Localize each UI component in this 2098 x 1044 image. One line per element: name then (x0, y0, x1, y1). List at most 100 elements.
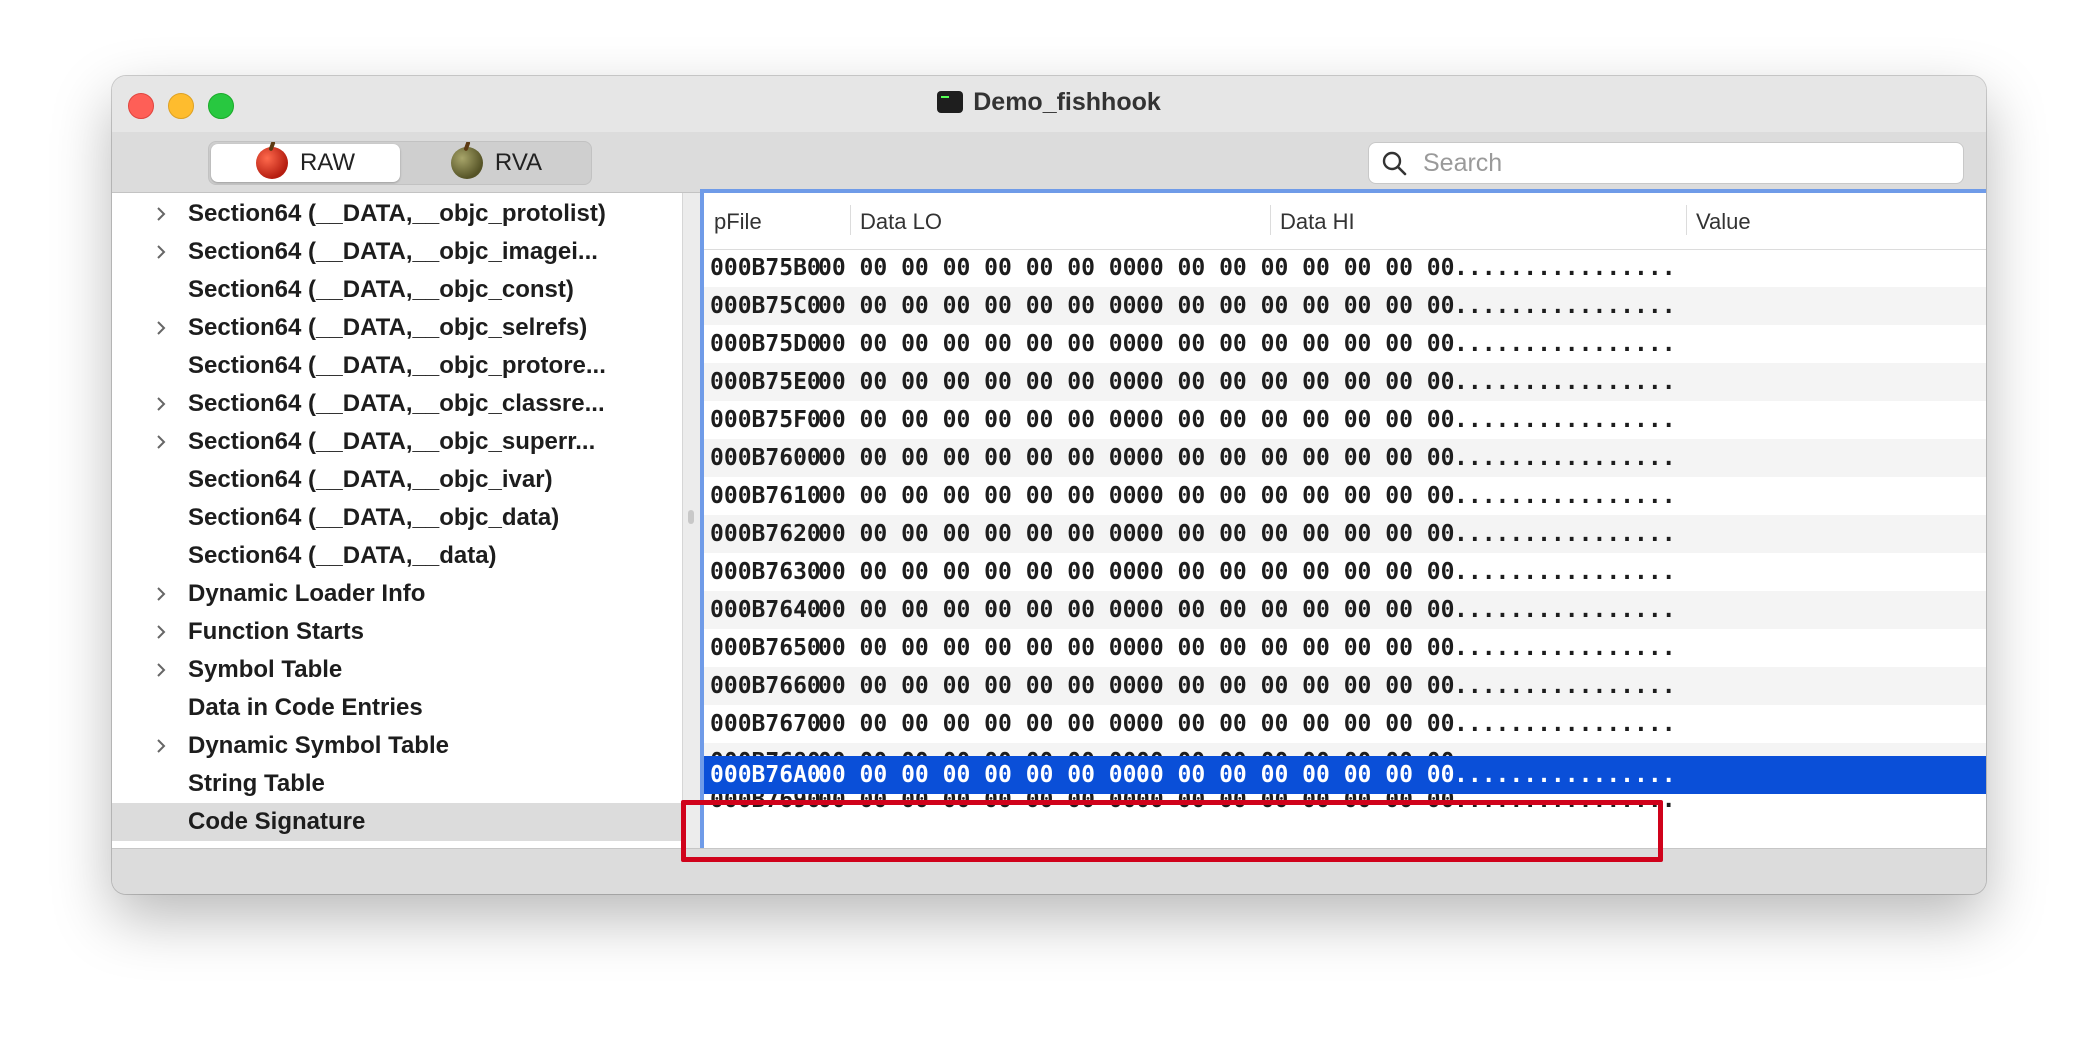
table-row[interactable]: 000B75B0 00 00 00 00 00 00 00 00 00 00 00 … (704, 249, 1986, 287)
chevron-right-icon[interactable] (152, 433, 170, 451)
address-mode-segmented-control: RAW RVA (208, 141, 592, 185)
sidebar-tree-item[interactable]: Section64 (__DATA,__objc_const) (112, 271, 682, 309)
segment-rva-label: RVA (494, 149, 543, 176)
sidebar-tree-item[interactable]: Function Starts (112, 613, 682, 651)
table-cell-pfile: 000B7660 (710, 673, 821, 699)
table-row[interactable]: 000B7650 00 00 00 00 00 00 00 00 00 00 00 … (704, 629, 1986, 667)
sidebar-tree-item[interactable]: Dynamic Symbol Table (112, 727, 682, 765)
table-row[interactable]: 000B7640 00 00 00 00 00 00 00 00 00 00 00 … (704, 591, 1986, 629)
column-header-data-lo[interactable]: Data LO (860, 209, 942, 235)
table-cell-value: ................ (1454, 331, 1676, 357)
table-cell-pfile: 000B7650 (710, 635, 821, 661)
sidebar-tree-item-label: Section64 (__DATA,__objc_imagei... (188, 238, 598, 265)
table-cell-hi: 00 00 00 00 00 00 00 00 (1136, 483, 1455, 509)
table-row[interactable]: 000B75C0 00 00 00 00 00 00 00 00 00 00 00 … (704, 287, 1986, 325)
chevron-right-icon[interactable] (152, 243, 170, 261)
search-input[interactable] (1421, 147, 1945, 179)
table-row[interactable]: 000B75D0 00 00 00 00 00 00 00 00 00 00 00 … (704, 325, 1986, 363)
table-cell-lo: 00 00 00 00 00 00 00 00 (818, 521, 1137, 547)
chevron-right-icon[interactable] (152, 737, 170, 755)
table-row[interactable]: 000B75E0 00 00 00 00 00 00 00 00 00 00 00 … (704, 363, 1986, 401)
sidebar-tree-item-label: Code Signature (188, 808, 366, 835)
table-cell-hi: 00 00 00 00 00 00 00 00 (1136, 521, 1455, 547)
sidebar-tree-item[interactable]: Code Signature (112, 803, 682, 841)
sidebar-tree-item-label: Data in Code Entries (188, 694, 423, 721)
sidebar-tree-item[interactable]: Section64 (__DATA,__objc_classre... (112, 385, 682, 423)
chevron-right-icon[interactable] (152, 585, 170, 603)
column-header-pfile[interactable]: pFile (714, 209, 762, 235)
sidebar-tree-item[interactable]: Section64 (__DATA,__objc_protore... (112, 347, 682, 385)
table-row[interactable]: 000B76A0 00 00 00 00 00 00 00 00 00 00 00 … (704, 756, 1986, 794)
segment-raw[interactable]: RAW (211, 144, 400, 182)
hex-table: pFile Data LO Data HI Value 000B75B0 00 0… (700, 189, 1986, 848)
sidebar-tree-item-label: Section64 (__DATA,__objc_data) (188, 504, 560, 531)
chevron-right-icon[interactable] (152, 623, 170, 641)
table-cell-hi: 00 00 00 00 00 00 00 00 (1136, 597, 1455, 623)
column-separator (1270, 205, 1271, 235)
sidebar-tree-item[interactable]: Section64 (__DATA,__objc_superr... (112, 423, 682, 461)
sidebar-tree-item-label: Symbol Table (188, 656, 343, 683)
chevron-right-icon[interactable] (152, 661, 170, 679)
split-view-handle[interactable] (688, 510, 694, 524)
app-window: Demo_fishhook RAW RVA Section64 (__DATA,… (112, 76, 1986, 894)
table-cell-value: ................ (1454, 369, 1676, 395)
table-cell-hi: 00 00 00 00 00 00 00 00 (1136, 445, 1455, 471)
column-header-data-hi[interactable]: Data HI (1280, 209, 1355, 235)
table-cell-pfile: 000B75B0 (710, 255, 821, 281)
table-cell-pfile: 000B75C0 (710, 293, 821, 319)
sidebar-tree-item[interactable]: Section64 (__DATA,__data) (112, 537, 682, 575)
table-cell-value: ................ (1454, 407, 1676, 433)
table-cell-pfile: 000B7620 (710, 521, 821, 547)
table-cell-lo: 00 00 00 00 00 00 00 00 (818, 293, 1137, 319)
segment-rva[interactable]: RVA (402, 142, 591, 184)
table-cell-hi: 00 00 00 00 00 00 00 00 (1136, 711, 1455, 737)
sidebar-tree-item-label: Section64 (__DATA,__objc_const) (188, 276, 574, 303)
table-cell-value: ................ (1454, 597, 1676, 623)
table-cell-pfile: 000B7600 (710, 445, 821, 471)
column-separator (1686, 205, 1687, 235)
sidebar-tree-item[interactable]: Symbol Table (112, 651, 682, 689)
sidebar-tree-item-label: Section64 (__DATA,__objc_selrefs) (188, 314, 588, 341)
segment-raw-label: RAW (299, 149, 356, 176)
table-cell-lo: 00 00 00 00 00 00 00 00 (818, 673, 1137, 699)
table-cell-lo: 00 00 00 00 00 00 00 00 (818, 762, 1137, 788)
table-row[interactable]: 000B7600 00 00 00 00 00 00 00 00 00 00 00 … (704, 439, 1986, 477)
table-cell-lo: 00 00 00 00 00 00 00 00 (818, 369, 1137, 395)
sidebar-tree-item[interactable]: Section64 (__DATA,__objc_ivar) (112, 461, 682, 499)
sidebar-tree-item[interactable]: Section64 (__DATA,__objc_imagei... (112, 233, 682, 271)
chevron-right-icon[interactable] (152, 205, 170, 223)
table-cell-value: ................ (1454, 521, 1676, 547)
column-separator (850, 205, 851, 235)
sidebar-tree-item-label: Dynamic Symbol Table (188, 732, 449, 759)
table-header: pFile Data LO Data HI Value (704, 193, 1986, 250)
sidebar-tree-item[interactable]: Section64 (__DATA,__objc_data) (112, 499, 682, 537)
sidebar-tree-item[interactable]: Section64 (__DATA,__objc_selrefs) (112, 309, 682, 347)
table-cell-lo: 00 00 00 00 00 00 00 00 (818, 407, 1137, 433)
table-row[interactable]: 000B7620 00 00 00 00 00 00 00 00 00 00 00 … (704, 515, 1986, 553)
sidebar-tree-item[interactable]: String Table (112, 765, 682, 803)
table-row[interactable]: 000B75F0 00 00 00 00 00 00 00 00 00 00 00 … (704, 401, 1986, 439)
sidebar-tree-item-label: Section64 (__DATA,__objc_superr... (188, 428, 596, 455)
window-title-text: Demo_fishhook (973, 88, 1161, 116)
table-cell-lo: 00 00 00 00 00 00 00 00 (818, 635, 1137, 661)
column-header-value[interactable]: Value (1696, 209, 1751, 235)
table-cell-value: ................ (1454, 635, 1676, 661)
terminal-icon (937, 91, 964, 113)
table-row[interactable]: 000B7660 00 00 00 00 00 00 00 00 00 00 00 … (704, 667, 1986, 705)
table-cell-lo: 00 00 00 00 00 00 00 00 (818, 711, 1137, 737)
chevron-right-icon[interactable] (152, 319, 170, 337)
table-row[interactable]: 000B7630 00 00 00 00 00 00 00 00 00 00 00 … (704, 553, 1986, 591)
sidebar-tree-item-label: Function Starts (188, 618, 365, 645)
table-cell-hi: 00 00 00 00 00 00 00 00 (1136, 559, 1455, 585)
table-cell-lo: 00 00 00 00 00 00 00 00 (818, 255, 1137, 281)
search-field[interactable] (1368, 142, 1964, 184)
table-row[interactable]: 000B7670 00 00 00 00 00 00 00 00 00 00 00 … (704, 705, 1986, 743)
chevron-right-icon[interactable] (152, 395, 170, 413)
table-row[interactable]: 000B7610 00 00 00 00 00 00 00 00 00 00 00 … (704, 477, 1986, 515)
sidebar-tree-item-label: Section64 (__DATA,__objc_ivar) (188, 466, 553, 493)
table-cell-lo: 00 00 00 00 00 00 00 00 (818, 483, 1137, 509)
sidebar-tree-item[interactable]: Section64 (__DATA,__objc_protolist) (112, 195, 682, 233)
sidebar-tree-item[interactable]: Dynamic Loader Info (112, 575, 682, 613)
sidebar-tree-item[interactable]: Data in Code Entries (112, 689, 682, 727)
table-cell-hi: 00 00 00 00 00 00 00 00 (1136, 635, 1455, 661)
